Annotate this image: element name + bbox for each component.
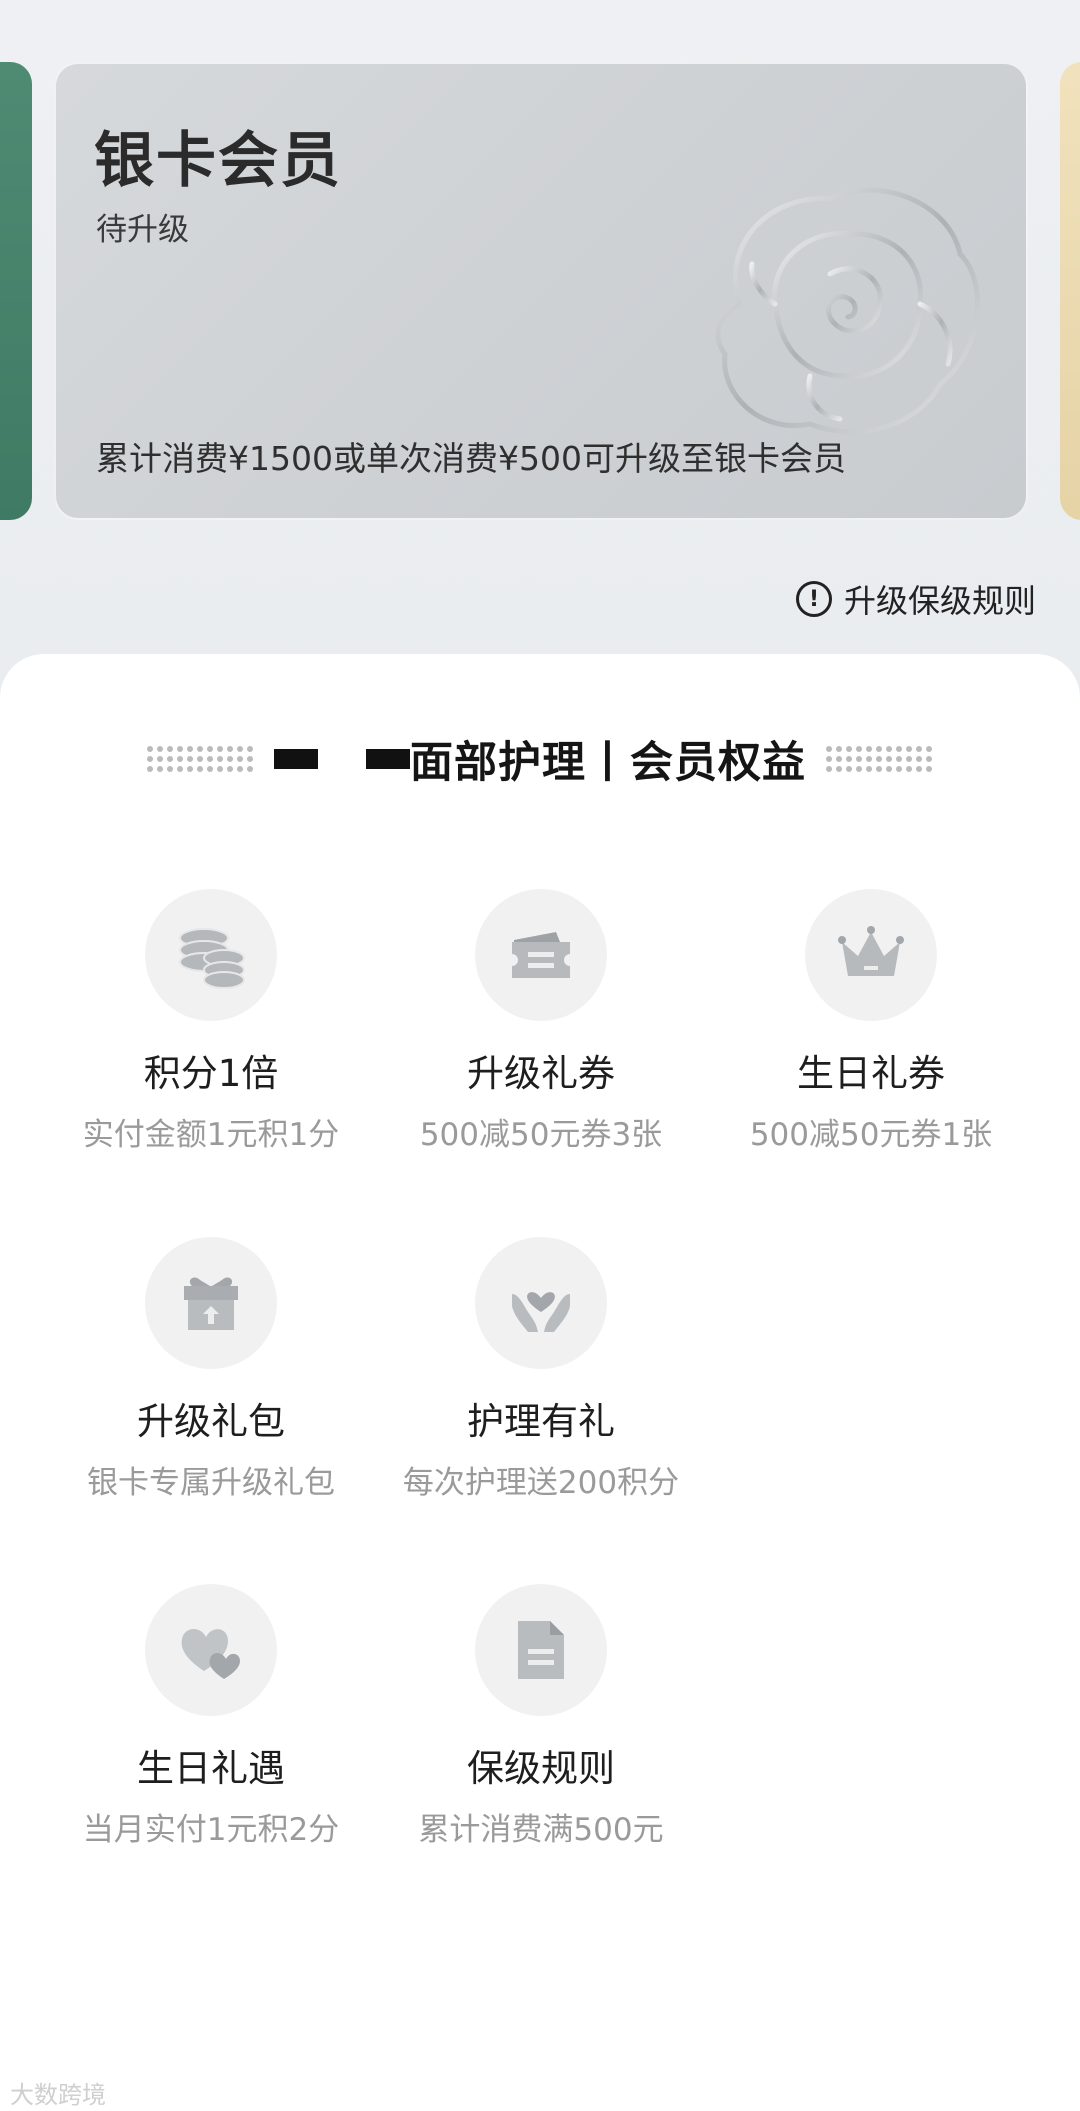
benefit-description: 当月实付1元积2分 [82,1812,340,1848]
redacted-block [274,749,318,769]
benefit-icon-container [475,1237,607,1369]
upgrade-rules-link[interactable]: ! 升级保级规则 [795,574,1036,624]
benefit-points[interactable]: 积分1倍 实付金额1元积1分 [46,889,376,1154]
next-member-card[interactable] [1060,62,1080,520]
document-icon [518,1621,564,1679]
benefit-description: 实付金额1元积1分 [82,1117,340,1153]
upgrade-rules-label: 升级保级规则 [843,582,1036,620]
benefit-retention-rules[interactable]: 保级规则 累计消费满500元 [376,1584,706,1849]
section-title-text: 面部护理丨会员权益 [410,738,806,788]
benefit-name: 升级礼券 [467,1052,615,1095]
benefit-description: 累计消费满500元 [418,1812,664,1848]
previous-member-card[interactable] [0,62,32,520]
benefit-name: 生日礼遇 [137,1747,285,1790]
benefit-care-gift[interactable]: 护理有礼 每次护理送200积分 [376,1237,706,1502]
redacted-block [366,749,410,769]
info-icon: ! [795,581,832,617]
hearts-icon [181,1628,240,1679]
benefit-icon-container [475,889,607,1021]
crown-icon [838,926,904,976]
silver-member-card[interactable]: 银卡会员 待升级 累计消费¥1500或单次消费¥500可升级至银卡会员 [54,62,1028,520]
coins-icon [179,928,245,989]
rose-emblem-icon [715,187,980,435]
benefit-upgrade-coupon[interactable]: 升级礼券 500减50元券3张 [376,889,706,1154]
benefit-birthday-perk[interactable]: 生日礼遇 当月实付1元积2分 [46,1584,376,1849]
gift-box-icon [184,1277,238,1330]
benefit-icon-container [145,1237,277,1369]
upgrade-condition-text: 累计消费¥1500或单次消费¥500可升级至银卡会员 [96,439,846,478]
benefits-section-header: 面部护理丨会员权益 [0,724,1080,794]
benefit-upgrade-gift[interactable]: 升级礼包 银卡专属升级礼包 [46,1237,376,1502]
benefit-description: 500减50元券3张 [419,1117,663,1153]
section-title: 面部护理丨会员权益 [274,728,806,790]
benefit-name: 生日礼券 [797,1052,945,1095]
decorative-dots-right [826,745,933,773]
benefit-icon-container [805,889,937,1021]
heart-hand-icon [512,1292,570,1332]
ticket-icon [512,932,570,978]
benefit-name: 保级规则 [467,1747,615,1790]
card-status: 待升级 [96,212,189,248]
card-title: 银卡会员 [94,126,342,196]
benefit-name: 升级礼包 [137,1400,285,1443]
benefit-icon-container [145,1584,277,1716]
benefits-panel: 面部护理丨会员权益 积分1倍 实付金额1元积1分 升级礼券 500减50元券3张… [0,654,1080,2111]
benefit-name: 积分1倍 [143,1052,279,1095]
benefit-description: 每次护理送200积分 [402,1465,680,1501]
benefit-name: 护理有礼 [467,1400,615,1443]
benefit-description: 500减50元券1张 [749,1117,993,1153]
benefit-birthday-coupon[interactable]: 生日礼券 500减50元券1张 [706,889,1036,1154]
membership-page: 银卡会员 待升级 累计消费¥1500或单次消费¥500可升级至银卡会员 ! 升级… [0,0,1080,2111]
benefit-icon-container [475,1584,607,1716]
benefit-description: 银卡专属升级礼包 [87,1465,335,1501]
benefit-icon-container [145,889,277,1021]
decorative-dots-left [147,745,254,773]
watermark: 大数跨境 [10,2081,106,2109]
